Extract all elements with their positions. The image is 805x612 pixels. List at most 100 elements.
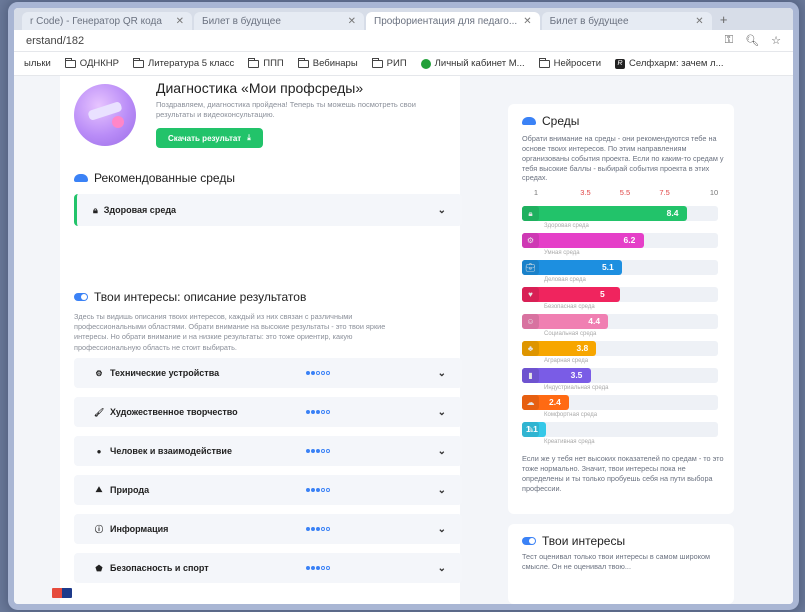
- interest-row[interactable]: ● Человек и взаимодействие ⌄: [74, 436, 462, 466]
- bookmark-label: Селфхарм: зачем л...: [629, 58, 724, 69]
- tick-label: 1: [533, 188, 539, 197]
- env-icon: ♥: [522, 287, 539, 302]
- interest-row[interactable]: ⓘ Информация ⌄: [74, 514, 462, 544]
- env-name: Здоровая среда: [103, 205, 177, 215]
- folder-icon: [297, 57, 309, 68]
- gear-icon: ⚙: [95, 368, 103, 378]
- heading-text: Твои интересы: описание результатов: [94, 290, 307, 304]
- bar-label: Комфортная среда: [544, 412, 598, 418]
- chevron-down-icon[interactable]: ⌄: [438, 524, 446, 535]
- bar-row: ▮ 3.5 Индустриальная среда: [522, 368, 718, 395]
- chevron-down-icon[interactable]: ⌄: [438, 485, 446, 496]
- interest-row[interactable]: 🖌︎ Художественное творчество ⌄: [74, 397, 462, 427]
- folder-icon: [133, 57, 145, 68]
- bar-label: Социальная среда: [544, 331, 597, 337]
- interest-row[interactable]: ⬟ Безопасность и спорт ⌄: [74, 553, 462, 583]
- your-interests-description: Тест оценивал только твои интересы в сам…: [522, 552, 711, 571]
- level-dot: [311, 410, 315, 414]
- bar-row: ♣ 3.8 Аграрная среда: [522, 341, 718, 368]
- close-icon[interactable]: ✕: [695, 16, 703, 27]
- address-bar[interactable]: erstand/182 ⚿ 🔍︎ ☆: [14, 30, 793, 52]
- level-dot: [311, 371, 315, 375]
- level-dot: [321, 527, 325, 531]
- interest-row[interactable]: ⛰︎ Природа ⌄: [74, 475, 462, 505]
- chevron-down-icon[interactable]: ⌄: [438, 368, 446, 379]
- tab-ticket[interactable]: Билет в будущее ✕: [194, 12, 364, 30]
- level-dot: [321, 488, 325, 492]
- level-dot: [311, 449, 315, 453]
- new-tab-button[interactable]: +: [714, 12, 734, 30]
- flag-icon: [52, 588, 72, 598]
- tab-title: r Code) - Генератор QR кода: [30, 15, 162, 27]
- download-result-button[interactable]: Скачать результат ⤓: [156, 128, 263, 148]
- chevron-down-icon[interactable]: ⌄: [438, 407, 446, 418]
- level-dot: [311, 488, 315, 492]
- bar-row: ✎ 1.1 Креативная среда: [522, 422, 718, 449]
- star-icon[interactable]: ☆: [771, 34, 781, 47]
- environments-heading: Среды: [522, 114, 579, 128]
- bookmark-selfharm[interactable]: R Селфхарм: зачем л...: [615, 58, 724, 69]
- bar-label: Деловая среда: [544, 277, 586, 283]
- chat-icon: ●: [96, 446, 102, 456]
- recommended-env-card[interactable]: 🔒︎ Здоровая среда ⌄: [74, 194, 462, 226]
- level-indicator: [306, 371, 330, 375]
- close-icon[interactable]: ✕: [176, 16, 184, 27]
- interest-label: Информация: [110, 524, 169, 534]
- level-indicator: [306, 410, 330, 414]
- level-dot: [321, 371, 325, 375]
- bookmark-odnknr[interactable]: ОДНКНР: [64, 57, 120, 69]
- bar-label: Индустриальная среда: [544, 385, 609, 391]
- tab-ticket-2[interactable]: Билет в будущее ✕: [541, 12, 712, 30]
- bar-row: ☺ 4.4 Социальная среда: [522, 314, 718, 341]
- bookmark-rip[interactable]: РИП: [371, 57, 407, 69]
- chevron-down-icon[interactable]: ⌄: [438, 446, 446, 457]
- your-interests-heading: Твои интересы: [522, 534, 625, 548]
- level-dot: [306, 527, 310, 531]
- bookmark-label: ОДНКНР: [79, 58, 120, 69]
- env-icon: 💼︎: [522, 260, 539, 275]
- bookmark-ppp[interactable]: ППП: [248, 57, 284, 69]
- close-icon[interactable]: ✕: [348, 16, 356, 27]
- bar-row: ☁ 2.4 Комфортная среда: [522, 395, 718, 422]
- interest-label: Художественное творчество: [110, 407, 238, 417]
- bookmark-webinars[interactable]: Вебинары: [297, 57, 358, 69]
- env-icon: 🔒︎: [522, 206, 539, 221]
- level-dot: [326, 488, 330, 492]
- bookmark-links[interactable]: ыльки: [24, 58, 51, 69]
- env-icon: ⚙: [522, 233, 539, 248]
- tick-label: 10: [709, 188, 719, 197]
- bar-row: 🔒︎ 8.4 Здоровая среда: [522, 206, 718, 233]
- close-icon[interactable]: ✕: [523, 16, 531, 27]
- bar-value: 6.2: [623, 235, 636, 245]
- bookmark-literature[interactable]: Литература 5 класс: [133, 57, 234, 69]
- chevron-down-icon[interactable]: ⌄: [438, 563, 446, 574]
- url-text[interactable]: erstand/182: [26, 35, 713, 47]
- key-icon[interactable]: ⚿: [725, 34, 733, 47]
- zoom-icon[interactable]: 🔍︎: [745, 34, 759, 47]
- bookmark-cabinet[interactable]: Личный кабинет М...: [420, 58, 525, 69]
- interest-row[interactable]: ⚙ Технические устройства ⌄: [74, 358, 462, 388]
- toggle-icon: [74, 293, 88, 301]
- cloud-icon: [522, 117, 536, 125]
- page-title: Диагностика «Мои профсреды»: [156, 80, 364, 96]
- bar-value: 2.4: [549, 397, 561, 407]
- tab-strip: r Code) - Генератор QR кода ✕ Билет в буд…: [14, 8, 793, 30]
- bookmark-label: Нейросети: [553, 58, 602, 69]
- tick-label: 3.5: [580, 188, 591, 197]
- toggle-icon: [522, 537, 536, 545]
- bar-label: Креативная среда: [544, 439, 595, 445]
- bookmark-label: Личный кабинет М...: [434, 58, 525, 69]
- heading-text: Твои интересы: [542, 534, 626, 548]
- tab-proforientation[interactable]: Профориентация для педаго... ✕: [366, 12, 540, 30]
- bookmark-neural[interactable]: Нейросети: [538, 57, 602, 69]
- tick-label: 5.5: [619, 188, 631, 197]
- site-icon: R: [615, 58, 626, 69]
- heading-text: Среды: [542, 114, 580, 128]
- lock-icon: 🔒︎: [93, 204, 98, 215]
- chevron-down-icon[interactable]: ⌄: [438, 205, 446, 216]
- bar-row: 💼︎ 5.1 Деловая среда: [522, 260, 718, 287]
- tab-qr[interactable]: r Code) - Генератор QR кода ✕: [22, 12, 192, 30]
- heading-text: Рекомендованные среды: [94, 171, 235, 185]
- folder-icon: [371, 57, 383, 68]
- environments-description: Обрати внимание на среды - они рекоменду…: [522, 134, 724, 183]
